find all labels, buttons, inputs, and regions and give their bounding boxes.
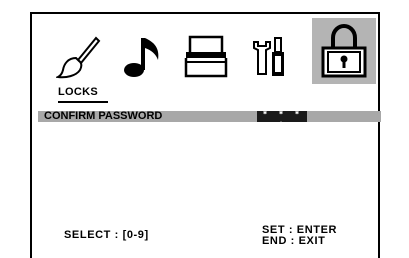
section-title: LOCKS xyxy=(58,86,98,98)
tv-screen-icon xyxy=(184,35,228,78)
section-underline xyxy=(58,101,108,103)
tab-display[interactable] xyxy=(180,30,234,84)
tools-icon xyxy=(253,37,284,76)
password-input[interactable]: * * * * xyxy=(257,111,307,133)
tab-setup[interactable] xyxy=(244,30,298,84)
tab-picture[interactable] xyxy=(52,30,106,84)
tab-locks[interactable] xyxy=(312,18,376,84)
confirm-password-label: CONFIRM PASSWORD xyxy=(44,110,163,122)
padlock-icon xyxy=(321,24,367,78)
select-hint: SELECT : [0-9] xyxy=(64,229,149,241)
key-hints: SET : ENTER END : EXIT xyxy=(262,225,337,247)
end-hint: END : EXIT xyxy=(262,235,326,247)
tab-audio[interactable] xyxy=(116,30,170,84)
music-note-icon xyxy=(124,38,159,77)
paintbrush-icon xyxy=(56,36,101,79)
